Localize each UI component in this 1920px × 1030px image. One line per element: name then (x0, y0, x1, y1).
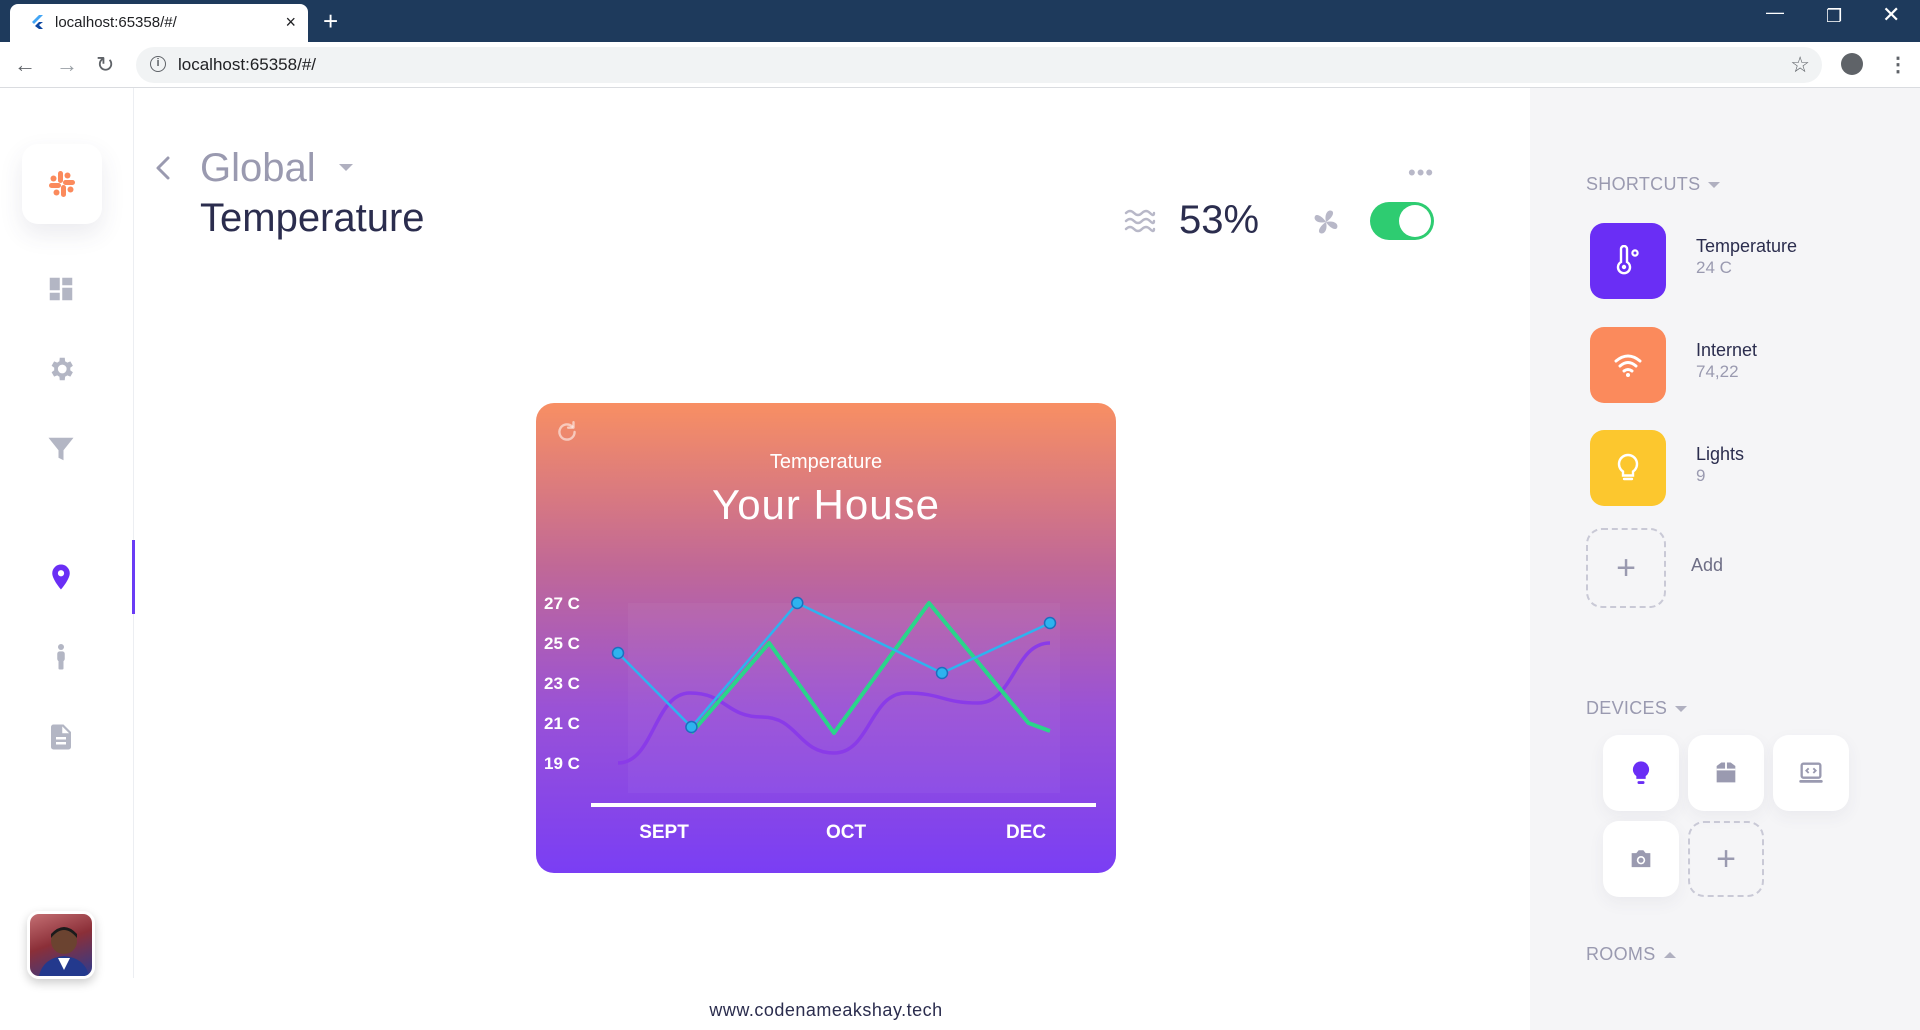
shortcut-lights-label: Lights (1696, 444, 1745, 464)
devices-header[interactable]: DEVICES (1586, 698, 1688, 719)
rooms-caret-icon (1663, 952, 1676, 959)
left-navigation (0, 88, 135, 979)
shortcut-lights-value: 9 (1696, 466, 1706, 485)
fan-icon (1314, 210, 1338, 234)
humidity-waves-icon (1124, 209, 1156, 233)
shortcut-internet-value: 74,22 (1696, 362, 1739, 381)
tab-title: localhost:65358/#/ (55, 14, 177, 31)
footer-link[interactable]: www.codenameakshay.tech (0, 1000, 1652, 1021)
settings-gear-icon[interactable] (46, 354, 76, 384)
series-point-blue (791, 596, 804, 610)
active-nav-indicator (132, 540, 135, 614)
rooms-header[interactable]: ROOMS (1586, 944, 1676, 965)
add-shortcut-button[interactable]: + (1586, 528, 1666, 608)
window-close-icon[interactable]: ✕ (1882, 2, 1900, 28)
browser-tab[interactable]: localhost:65358/#/ × (10, 4, 308, 42)
x-tick-label: DEC (1006, 822, 1046, 843)
restore-icon[interactable]: ❐ (1826, 6, 1842, 27)
device-lightbulb-tile[interactable] (1603, 735, 1679, 811)
plus-icon: + (1616, 549, 1636, 587)
device-box-tile[interactable] (1688, 735, 1764, 811)
devices-caret-icon (1675, 706, 1688, 713)
y-tick-label: 25 C (544, 634, 580, 653)
shortcut-temperature-label: Temperature (1696, 236, 1798, 256)
new-tab-button[interactable]: + (323, 6, 338, 37)
temperature-card: Temperature Your House 27 C 25 C 23 C 21 C 1… (536, 403, 1116, 873)
shortcuts-title: SHORTCUTS (1586, 174, 1701, 194)
scope-selector[interactable]: Global (200, 146, 316, 191)
device-camera-tile[interactable] (1603, 821, 1679, 897)
browser-menu-icon[interactable]: ⋮ (1888, 52, 1908, 77)
profile-icon[interactable] (1841, 53, 1863, 75)
y-tick-label: 23 C (544, 674, 580, 693)
browser-toolbar: ← → ↻ i localhost:65358/#/ ☆ (0, 42, 1920, 88)
document-icon[interactable] (46, 722, 76, 752)
back-chevron-icon[interactable] (148, 148, 178, 188)
page-title: Temperature (200, 196, 425, 240)
avatar-photo-icon (38, 927, 90, 976)
scope-caret-icon[interactable] (339, 164, 353, 171)
shortcut-temperature-tile[interactable] (1590, 223, 1666, 299)
shortcuts-caret-icon (1708, 182, 1721, 189)
slack-logo-icon (49, 171, 75, 197)
series-point-blue (935, 666, 949, 680)
shortcut-temperature-value: 24 C (1696, 258, 1732, 277)
series-point-blue (685, 720, 698, 734)
person-icon[interactable] (46, 642, 76, 672)
toggle-knob (1399, 205, 1431, 237)
minimize-icon[interactable]: — (1766, 2, 1784, 23)
devices-title: DEVICES (1586, 698, 1668, 718)
device-laptop-tile[interactable] (1773, 735, 1849, 811)
humidity-value: 53% (1179, 198, 1260, 242)
user-avatar[interactable] (27, 911, 95, 979)
back-icon[interactable]: ← (14, 52, 36, 78)
shortcut-internet-tile[interactable] (1590, 327, 1666, 403)
y-tick-label: 27 C (544, 594, 580, 613)
right-panel: SHORTCUTS Temperature 24 C Internet 74,2… (1530, 88, 1920, 1030)
dashboard-icon[interactable] (46, 274, 76, 304)
box-device-icon (1716, 762, 1736, 783)
card-title: Your House (712, 481, 940, 528)
address-bar[interactable]: i localhost:65358/#/ ☆ (136, 47, 1822, 83)
reload-icon[interactable]: ↻ (96, 52, 114, 78)
location-pin-icon[interactable] (46, 562, 76, 592)
camera-icon (1631, 850, 1651, 868)
app-root: Global Temperature ••• 53% Temperature Y… (0, 88, 1920, 1030)
laptop-code-icon (1799, 762, 1823, 783)
flutter-icon (32, 15, 43, 29)
bookmark-star-icon[interactable]: ☆ (1790, 52, 1810, 78)
shortcuts-header[interactable]: SHORTCUTS (1586, 174, 1721, 195)
x-tick-label: OCT (826, 822, 867, 843)
shortcut-internet-label: Internet (1696, 340, 1758, 360)
url-text: localhost:65358/#/ (178, 55, 316, 74)
y-tick-label: 19 C (544, 754, 580, 773)
card-subtitle: Temperature (769, 451, 883, 473)
lightbulb-device-icon (1632, 761, 1650, 784)
lightbulb-icon (1617, 453, 1639, 481)
wifi-icon (1614, 354, 1642, 377)
series-point-blue (611, 646, 625, 660)
tab-close-icon[interactable]: × (285, 12, 296, 33)
fan-toggle-switch[interactable] (1370, 202, 1434, 240)
browser-titlebar: localhost:65358/#/ × + — ❐ ✕ (0, 0, 1920, 42)
more-options-icon[interactable]: ••• (1408, 160, 1434, 186)
add-device-button[interactable]: + (1688, 821, 1764, 897)
plus-icon: + (1716, 840, 1736, 878)
add-shortcut-label[interactable]: Add (1691, 555, 1723, 576)
temperature-line-chart: 27 C 25 C 23 C 21 C 19 C SEPT OCT DEC (544, 594, 1096, 843)
refresh-icon[interactable] (554, 419, 580, 445)
rooms-title: ROOMS (1586, 944, 1656, 964)
logo-tile[interactable] (22, 144, 102, 224)
thermometer-icon (1616, 245, 1639, 275)
forward-icon[interactable]: → (56, 52, 78, 78)
series-point-blue (1043, 616, 1057, 630)
x-tick-label: SEPT (639, 822, 689, 843)
shortcut-lights-tile[interactable] (1590, 430, 1666, 506)
y-tick-label: 21 C (544, 714, 580, 733)
filter-icon[interactable] (46, 434, 76, 464)
info-icon[interactable]: i (150, 56, 166, 72)
